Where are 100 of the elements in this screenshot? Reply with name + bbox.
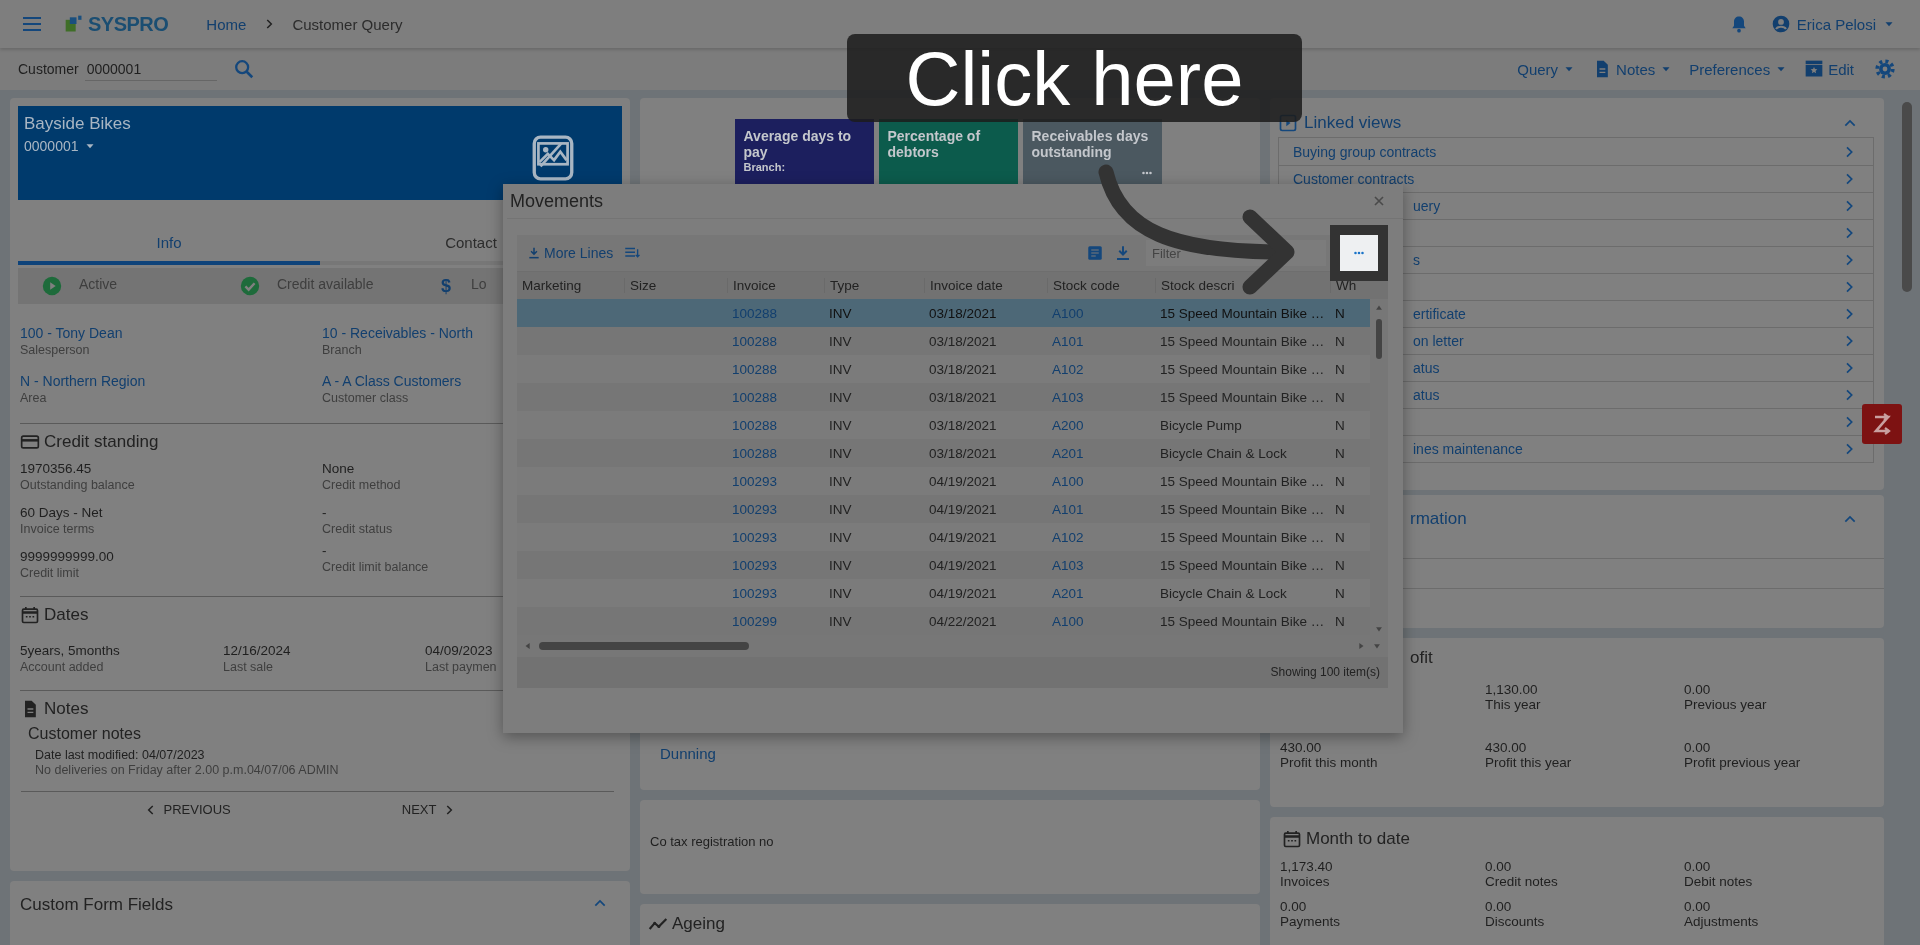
table-cell-text: 04/19/2021 <box>928 473 998 489</box>
menu-button[interactable]: Preferences <box>1689 60 1789 78</box>
edit-button[interactable]: Edit <box>1804 59 1854 79</box>
table-link[interactable]: 100293 <box>727 585 824 601</box>
table-link[interactable]: 100288 <box>727 305 824 321</box>
table-cell-text: 03/18/2021 <box>928 445 998 461</box>
table-link[interactable]: A102 <box>1047 361 1155 377</box>
stat-label: Invoices <box>1280 874 1330 889</box>
stat-value: 430.00 <box>1485 740 1527 755</box>
table-link[interactable]: 100288 <box>727 417 824 433</box>
table-link[interactable]: 100293 <box>727 557 824 573</box>
calendar-icon <box>20 605 40 625</box>
section-title: Ageing <box>672 914 725 934</box>
field-label: Last sale <box>223 660 274 674</box>
list-item[interactable]: Buying group contracts <box>1279 138 1873 165</box>
calendar-icon <box>1282 829 1302 849</box>
table-cell-text: N <box>1334 445 1346 461</box>
column-header[interactable]: Stock code <box>1047 278 1155 294</box>
table-cell-text: INV <box>828 333 853 349</box>
column-header[interactable]: Wh <box>1330 278 1370 294</box>
user-menu[interactable]: Erica Pelosi <box>1770 14 1896 34</box>
scrollbar[interactable] <box>1902 102 1912 292</box>
table-row[interactable]: 100293 INV 04/19/2021 A102 15 Speed Mountain Bike … N <box>517 523 1370 552</box>
table-link[interactable]: A100 <box>1047 613 1155 629</box>
kpi-tile[interactable]: Receivables days outstanding <box>1022 119 1162 184</box>
column-header[interactable]: Type <box>824 278 924 294</box>
field-link[interactable]: N - Northern Region <box>20 373 146 389</box>
table-link[interactable]: 100293 <box>727 501 824 517</box>
table-row[interactable]: 100293 INV 04/19/2021 A201 Bicycle Chain & Lock N <box>517 579 1370 608</box>
panel-title: Linked views <box>1304 112 1402 133</box>
table-cell-text: INV <box>828 529 853 545</box>
column-header[interactable]: Stock descri <box>1155 278 1330 294</box>
table-link[interactable]: A200 <box>1047 417 1155 433</box>
table-link[interactable]: A102 <box>1047 529 1155 545</box>
logo-icon <box>64 14 84 34</box>
table-cell-text: INV <box>828 501 853 517</box>
logo-text: SYSPRO <box>88 12 169 36</box>
field-label: Last paymen <box>425 660 497 674</box>
table-cell-text: 03/18/2021 <box>928 305 998 321</box>
dialog-title: Movements <box>509 190 604 212</box>
field-value: 04/09/2023 <box>425 643 493 658</box>
customer-code: 0000001 <box>24 138 79 154</box>
settings-icon[interactable] <box>1874 58 1896 80</box>
table-row[interactable]: 100288 INV 03/18/2021 A102 15 Speed Mountain Bike … N <box>517 355 1370 384</box>
table-link[interactable]: 100288 <box>727 361 824 377</box>
table-link[interactable]: A100 <box>1047 305 1155 321</box>
column-header[interactable]: Invoice <box>727 278 824 294</box>
stat-label: Profit this month <box>1280 755 1378 770</box>
file-icon[interactable] <box>1086 244 1104 262</box>
table-cell-text: N <box>1334 585 1346 601</box>
column-header[interactable]: Marketing <box>517 278 624 294</box>
table-link[interactable]: A101 <box>1047 501 1155 517</box>
customer-field[interactable]: 0000001 <box>84 57 217 81</box>
kpi-tile[interactable]: Average days to pay Branch: <box>734 119 874 184</box>
previous-button[interactable]: PREVIOUS <box>143 802 231 817</box>
table-cell-text: INV <box>828 389 853 405</box>
table-link[interactable]: 100288 <box>727 389 824 405</box>
table-link[interactable]: A101 <box>1047 333 1155 349</box>
table-row[interactable]: 100293 INV 04/19/2021 A100 15 Speed Mountain Bike … N <box>517 467 1370 496</box>
field-link[interactable]: 10 - Receivables - North <box>322 325 473 341</box>
search-icon[interactable] <box>232 58 255 80</box>
table-link[interactable]: 100288 <box>727 333 824 349</box>
field-link[interactable]: A - A Class Customers <box>322 373 462 389</box>
field-label: Credit limit <box>20 566 80 580</box>
field-label: Credit limit balance <box>322 560 429 574</box>
item-count: Showing 100 item(s) <box>1270 665 1380 680</box>
field-link[interactable]: 100 - Tony Dean <box>20 325 123 341</box>
table-link[interactable]: A100 <box>1047 473 1155 489</box>
kpi-tile[interactable]: Percentage of debtors <box>878 119 1018 184</box>
table-link[interactable]: 100299 <box>727 613 824 629</box>
column-header[interactable]: Invoice date <box>924 278 1047 294</box>
stat-value: 0.00 <box>1684 740 1711 755</box>
table-row[interactable]: 100288 INV 03/18/2021 A100 15 Speed Mountain Bike … N <box>517 299 1370 328</box>
table-cell-text: 04/19/2021 <box>928 557 998 573</box>
table-link[interactable]: A201 <box>1047 445 1155 461</box>
menu-button[interactable]: Query <box>1517 60 1577 78</box>
breadcrumb-link[interactable]: Home <box>206 15 247 33</box>
floating-button[interactable] <box>1862 404 1902 444</box>
table-link[interactable]: 100293 <box>727 473 824 489</box>
more-lines-button[interactable]: More Lines <box>527 245 614 261</box>
scroll-right-icon <box>1356 641 1366 652</box>
table-cell-text: N <box>1334 389 1346 405</box>
column-header[interactable]: Size <box>624 278 727 294</box>
play-icon <box>41 275 63 297</box>
table-link[interactable]: A201 <box>1047 585 1155 601</box>
table-cell-text: 15 Speed Mountain Bike … <box>1159 529 1326 545</box>
table-link[interactable]: 100293 <box>727 529 824 545</box>
field-label: Co tax registration no <box>650 834 774 849</box>
table-row[interactable]: 100288 INV 03/18/2021 A200 Bicycle Pump N <box>517 411 1370 440</box>
menu-button[interactable]: Notes <box>1592 59 1674 79</box>
scroll-left-icon <box>523 641 533 652</box>
notes-text: No deliveries on Friday after 2.00 p.m.04/07/06 ADMIN <box>35 763 340 777</box>
table-link[interactable]: A103 <box>1047 389 1155 405</box>
table-link[interactable]: A103 <box>1047 557 1155 573</box>
dunning-link[interactable]: Dunning <box>650 745 1250 762</box>
next-button[interactable]: NEXT <box>401 802 457 817</box>
table-cell-text: INV <box>828 613 853 629</box>
table-link[interactable]: 100288 <box>727 445 824 461</box>
download-icon[interactable] <box>1114 244 1132 262</box>
stat-label: Previous year <box>1684 697 1767 712</box>
